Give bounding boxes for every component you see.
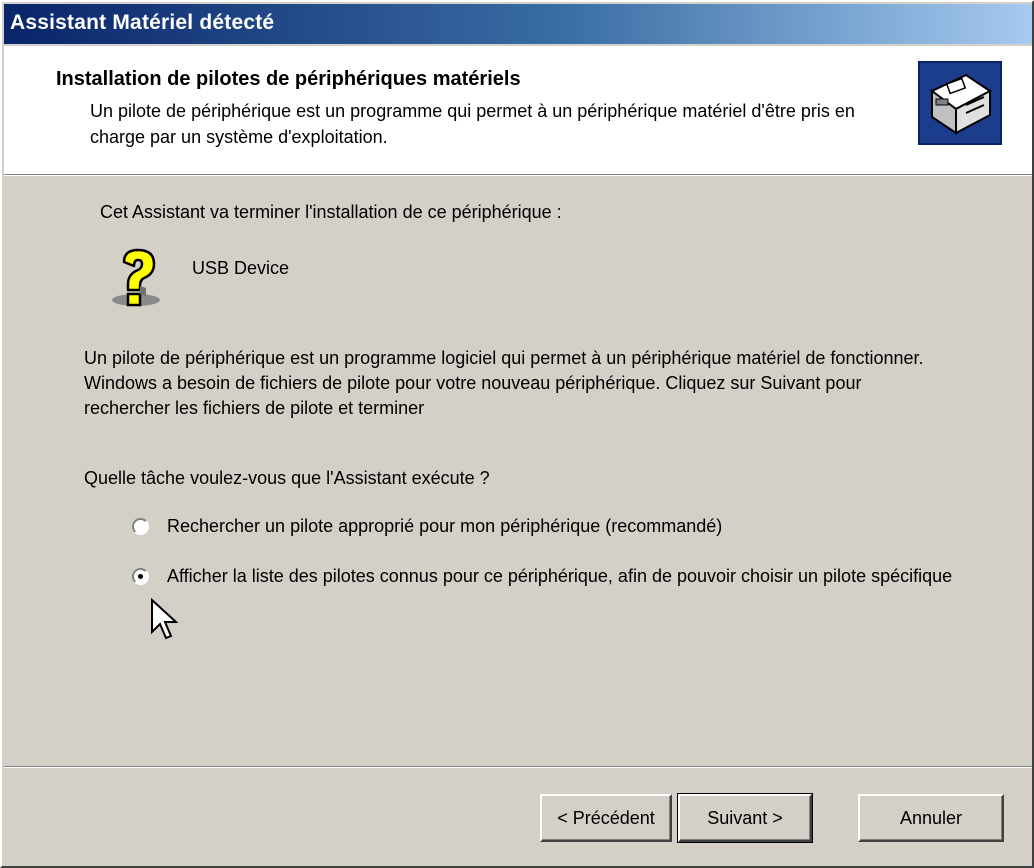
option-choose-driver[interactable]: Afficher la liste des pilotes connus pou… [132, 564, 967, 589]
task-question: Quelle tâche voulez-vous que l'Assistant… [84, 468, 490, 488]
cancel-button[interactable]: Annuler [858, 794, 1004, 842]
option-search-driver-label[interactable]: Rechercher un pilote approprié pour mon … [167, 514, 967, 539]
device-name: USB Device [192, 258, 290, 278]
unknown-device-question-icon [112, 248, 160, 307]
window-title: Assistant Matériel détecté [10, 11, 275, 34]
title-bar[interactable]: Assistant Matériel détecté [4, 4, 1032, 44]
option-search-driver[interactable]: Rechercher un pilote approprié pour mon … [132, 514, 967, 539]
header-separator [4, 174, 1032, 176]
mouse-cursor-icon [151, 598, 179, 640]
next-button[interactable]: Suivant > [677, 793, 813, 843]
wizard-header: Installation de pilotes de périphériques… [4, 46, 1032, 174]
footer-separator [4, 766, 1032, 768]
radio-choose-driver[interactable] [132, 568, 149, 585]
option-choose-driver-label[interactable]: Afficher la liste des pilotes connus pou… [167, 564, 967, 589]
back-button[interactable]: < Précédent [540, 794, 672, 842]
header-description: Un pilote de périphérique est un program… [90, 101, 855, 147]
radio-search-driver[interactable] [132, 518, 149, 535]
hardware-installer-icon [918, 61, 1002, 145]
driver-explanation: Un pilote de périphérique est un program… [84, 348, 924, 418]
header-title: Installation de pilotes de périphériques… [56, 68, 521, 90]
wizard-window: Assistant Matériel détecté Installation … [0, 0, 1034, 868]
intro-text: Cet Assistant va terminer l'installation… [100, 202, 562, 222]
